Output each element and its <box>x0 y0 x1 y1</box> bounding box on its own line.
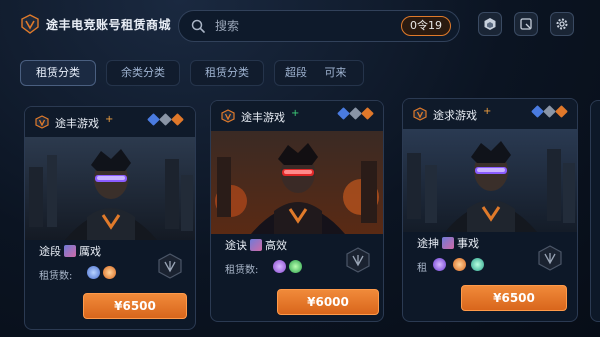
skin-icon <box>289 260 302 273</box>
tab-available-label: 可来 <box>324 66 347 79</box>
header: 途丰电竞账号租赁商城 0令19 <box>0 0 600 50</box>
skins-label: 租赁数: <box>225 265 259 276</box>
game-icon <box>35 115 49 129</box>
tab-rank-label: 超段 <box>285 66 307 79</box>
skin-icon <box>273 260 286 273</box>
spark-icon: + <box>291 108 300 119</box>
search-input[interactable] <box>215 19 375 33</box>
rank-emblem-icon <box>158 253 182 279</box>
skin-chip-icon <box>64 245 76 257</box>
skin-icon <box>87 266 100 279</box>
skin-icon <box>471 258 484 271</box>
diamond-badge-icon <box>171 113 184 126</box>
character-art <box>211 131 383 234</box>
cube-icon <box>484 18 496 30</box>
logo-icon <box>21 14 39 34</box>
card-header: 途丰游戏 + <box>211 101 383 131</box>
listing-title-suffix: 事戏 <box>457 237 479 250</box>
game-icon <box>221 109 235 123</box>
app-title: 途丰电竞账号租赁商城 <box>46 18 172 32</box>
diamond-badge-icon <box>555 105 568 118</box>
listing-card[interactable]: 途丰游戏 + <box>24 106 196 330</box>
diamond-badge-icon <box>337 107 350 120</box>
listing-card-partial[interactable] <box>590 100 600 322</box>
search-token-badge[interactable]: 0令19 <box>401 16 451 36</box>
game-name: 途求游戏 <box>433 109 477 122</box>
skin-icon <box>433 258 446 271</box>
badge-group <box>147 113 184 126</box>
skins-label: 租 <box>417 263 427 274</box>
rank-emblem-icon <box>538 245 562 271</box>
card-header: 途求游戏 + <box>403 99 577 129</box>
diamond-badge-icon <box>361 107 374 120</box>
screen-icon <box>520 18 532 30</box>
settings-button[interactable] <box>550 12 574 36</box>
spark-icon: + <box>483 106 492 117</box>
badge-group <box>531 105 568 118</box>
listing-card[interactable]: 途丰游戏 + <box>210 100 384 322</box>
tab-rental-category[interactable]: 租赁分类 <box>20 60 96 86</box>
cube-button[interactable] <box>478 12 502 36</box>
listing-title-prefix: 途抻 <box>417 237 439 250</box>
listing-card[interactable]: 途求游戏 + 途抻 事戏 租 ¥6500 <box>402 98 578 322</box>
card-header: 途丰游戏 + <box>25 107 195 137</box>
spark-icon: + <box>105 114 114 125</box>
listing-title-prefix: 途段 <box>39 245 61 258</box>
listing-title-suffix: 厲戏 <box>79 245 101 258</box>
search-icon <box>191 19 205 33</box>
screen-button[interactable] <box>514 12 538 36</box>
game-icon <box>413 107 427 121</box>
skin-chip-icon <box>250 239 262 251</box>
price-button[interactable]: ¥6500 <box>461 285 567 311</box>
tab-other-category[interactable]: 余类分类 <box>106 60 180 86</box>
diamond-badge-icon <box>531 105 544 118</box>
skin-icon <box>103 266 116 279</box>
skin-chip-icon <box>442 237 454 249</box>
rank-emblem-icon <box>346 247 370 273</box>
game-name: 途丰游戏 <box>55 117 99 130</box>
diamond-badge-icon <box>543 105 556 118</box>
character-art <box>403 129 577 232</box>
page: 途丰电竞账号租赁商城 0令19 <box>0 0 600 337</box>
diamond-badge-icon <box>159 113 172 126</box>
listing-title-prefix: 途诀 <box>225 239 247 252</box>
price-button[interactable]: ¥6500 <box>83 293 187 319</box>
tab-rank[interactable]: 超段 可来 <box>274 60 364 86</box>
listing-title-suffix: 高效 <box>265 239 287 252</box>
badge-group <box>337 107 374 120</box>
diamond-badge-icon <box>349 107 362 120</box>
price-button[interactable]: ¥6000 <box>277 289 379 315</box>
gear-icon <box>556 18 568 30</box>
search-bar[interactable]: 0令19 <box>178 10 460 42</box>
diamond-badge-icon <box>147 113 160 126</box>
tab-rental-category-2[interactable]: 租赁分类 <box>190 60 264 86</box>
skin-icon <box>453 258 466 271</box>
character-art <box>25 137 195 240</box>
skins-label: 租赁数: <box>39 271 73 282</box>
game-name: 途丰游戏 <box>241 111 285 124</box>
